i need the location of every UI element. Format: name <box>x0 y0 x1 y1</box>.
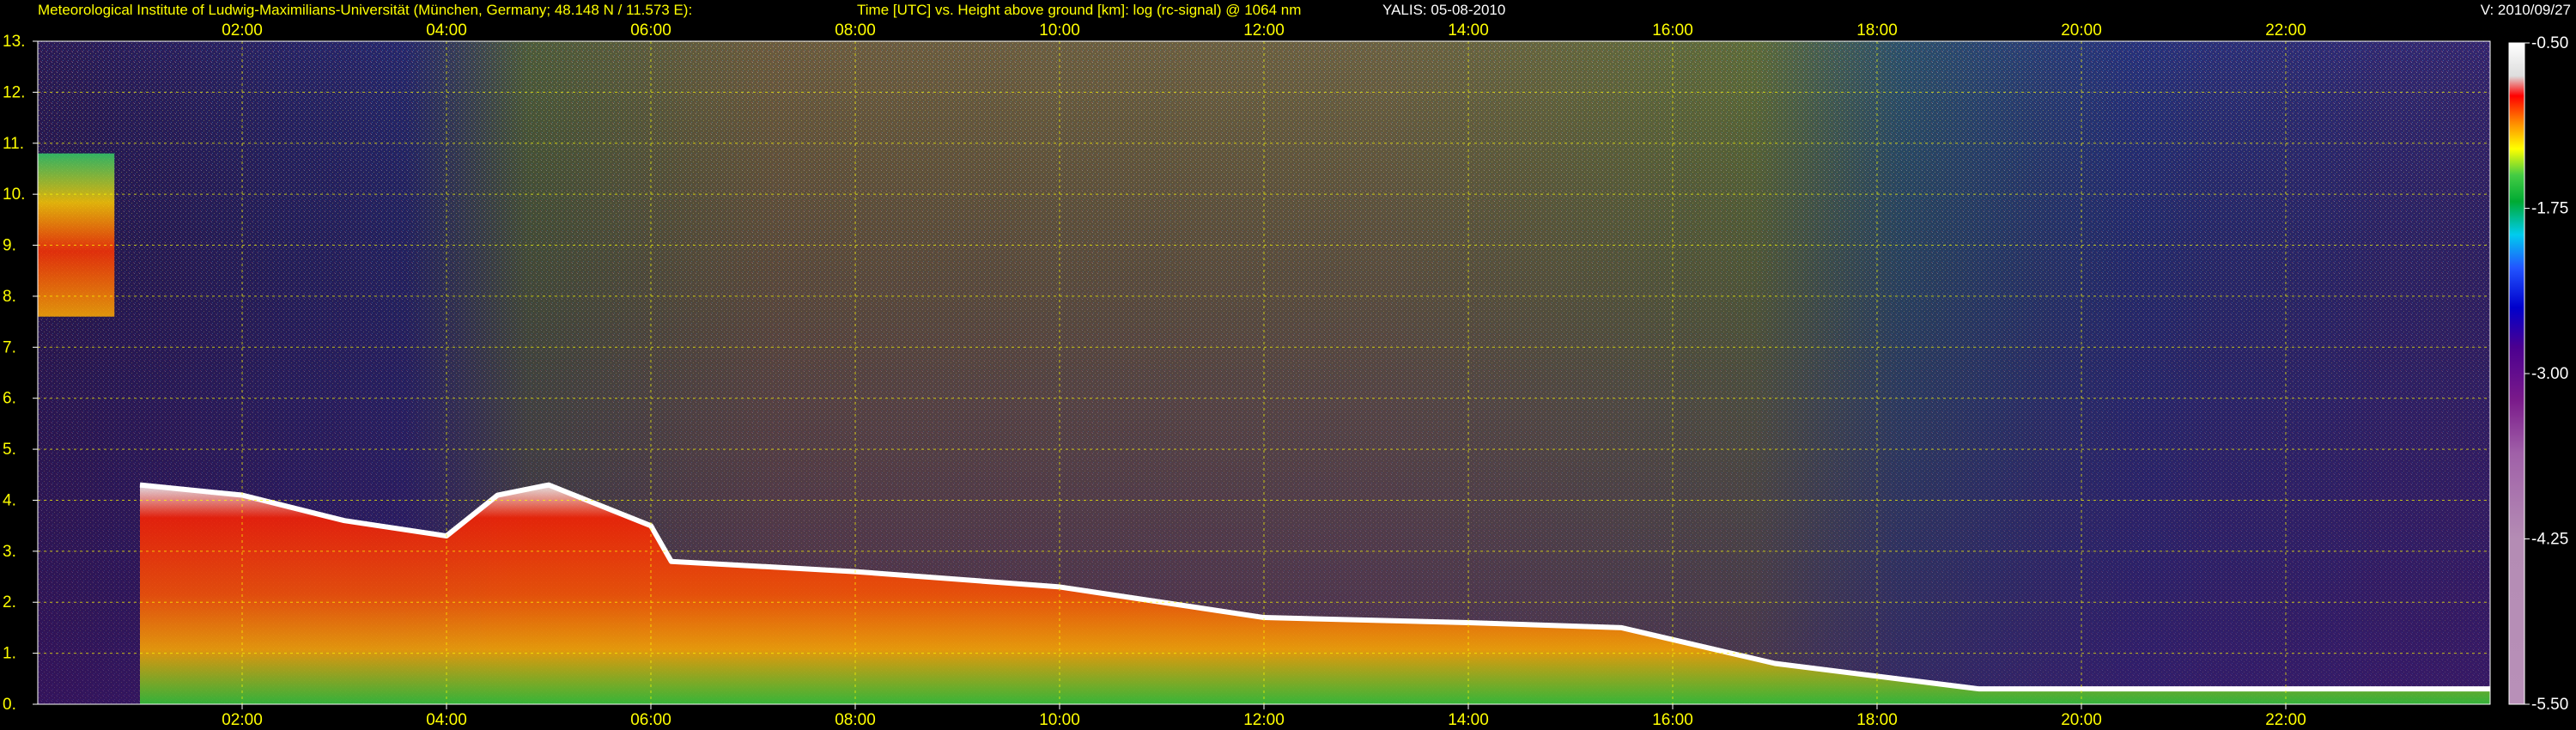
x-tick-label-top: 16:00 <box>1652 21 1693 40</box>
y-tick-label: 12. <box>3 83 25 101</box>
y-tick-label: 7. <box>3 338 16 356</box>
x-tick-label-bottom: 18:00 <box>1856 711 1898 729</box>
x-tick-label-top: 02:00 <box>222 21 263 40</box>
x-tick-label-top: 22:00 <box>2265 21 2306 40</box>
y-tick-label: 6. <box>3 390 16 408</box>
y-tick-label: 13. <box>3 33 25 51</box>
x-tick-label-bottom: 22:00 <box>2265 711 2306 729</box>
y-tick-label: 0. <box>3 696 16 714</box>
x-tick-label-bottom: 02:00 <box>222 711 263 729</box>
y-tick-label: 9. <box>3 237 16 255</box>
y-tick-label: 11. <box>3 135 24 153</box>
x-tick-label-top: 14:00 <box>1448 21 1489 40</box>
x-tick-label-bottom: 20:00 <box>2061 711 2102 729</box>
y-tick-label: 2. <box>3 593 16 611</box>
colorbar-tick-label: -4.25 <box>2531 531 2568 549</box>
y-tick-label: 8. <box>3 288 16 306</box>
cirrus-cloud <box>38 153 115 317</box>
y-tick-label: 10. <box>3 186 25 204</box>
x-tick-label-top: 08:00 <box>835 21 876 40</box>
x-tick-label-top: 18:00 <box>1856 21 1898 40</box>
colorbar <box>2508 42 2525 705</box>
colorbar-tick-label: -5.50 <box>2531 696 2568 714</box>
lidar-quicklook-chart: 0. 1. 2. 3. 4. 5. 6. 7. 8. 9. 10. 11. 12. 13. 02:00 02:… <box>3 21 2568 729</box>
x-tick-label-top: 06:00 <box>630 21 671 40</box>
x-tick-label-top: 20:00 <box>2061 21 2102 40</box>
x-tick-label-bottom: 14:00 <box>1448 711 1489 729</box>
x-tick-label-bottom: 06:00 <box>630 711 671 729</box>
x-tick-label-bottom: 12:00 <box>1243 711 1285 729</box>
colorbar-tick-label: -1.75 <box>2531 200 2568 218</box>
y-tick-label: 4. <box>3 491 16 509</box>
colorbar-tick-label: -0.50 <box>2531 34 2568 52</box>
y-tick-label: 5. <box>3 441 16 459</box>
x-tick-label-top: 12:00 <box>1243 21 1285 40</box>
x-tick-label-bottom: 16:00 <box>1652 711 1693 729</box>
y-tick-label: 1. <box>3 645 16 663</box>
x-tick-label-bottom: 10:00 <box>1039 711 1080 729</box>
colorbar-tick-label: -3.00 <box>2531 365 2568 383</box>
x-tick-label-bottom: 08:00 <box>835 711 876 729</box>
x-tick-label-top: 04:00 <box>426 21 467 40</box>
y-tick-label: 3. <box>3 543 16 561</box>
x-tick-label-top: 10:00 <box>1039 21 1080 40</box>
x-tick-label-bottom: 04:00 <box>426 711 467 729</box>
